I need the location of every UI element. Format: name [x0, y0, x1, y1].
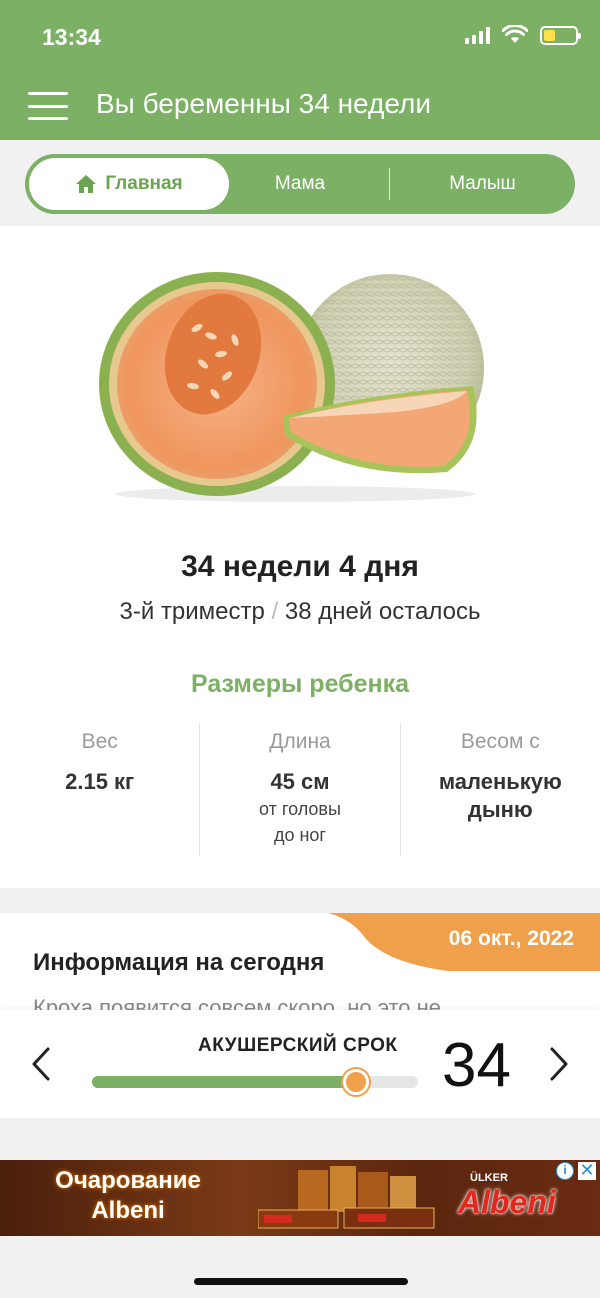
home-indicator [194, 1278, 408, 1285]
status-icons [465, 25, 581, 45]
week-subtitle: 3-й триместр / 38 дней осталось [0, 598, 600, 626]
ad-info-icon[interactable]: i [556, 1162, 574, 1180]
app-header: 13:34 Вы беременны 34 недели [0, 0, 600, 140]
info-card[interactable]: 06 окт., 2022 Информация на сегодня Крох… [0, 913, 600, 1023]
tab-home[interactable]: Главная [29, 158, 229, 210]
remaining-text: 38 дней осталось [284, 598, 481, 625]
week-number: 34 [442, 1031, 511, 1100]
weight-value: 2.15 кг [65, 769, 135, 794]
page-title: Вы беременны 34 недели [96, 88, 431, 119]
home-icon [76, 175, 97, 193]
week-slider-track[interactable] [92, 1069, 418, 1095]
compare-value-line2: дыню [467, 797, 533, 822]
tab-baby[interactable]: Малыш [390, 154, 575, 214]
sizes-title: Размеры ребенка [190, 670, 410, 698]
week-slider-handle[interactable] [343, 1069, 370, 1095]
subtitle-separator: / [271, 598, 279, 625]
weight-column: Вес 2.15 кг [0, 722, 199, 856]
ad-brand-logo: ÜLKER Albeni [452, 1172, 582, 1222]
tab-home-label: Главная [105, 173, 183, 194]
baby-sizes: Вес 2.15 кг Длина 45 см от головы до ног… [0, 722, 600, 856]
ad-banner[interactable]: Очарование Albeni ÜLKER Albeni i ✕ [0, 1160, 600, 1236]
menu-button[interactable] [28, 92, 68, 120]
length-note-line1: от головы [259, 799, 341, 819]
melon-image [99, 272, 484, 502]
tab-mom[interactable]: Мама [225, 154, 375, 214]
ad-headline-line1: Очарование [55, 1167, 201, 1194]
tabs-area: Главная Мама Малыш [0, 140, 600, 226]
slider-label: АКУШЕРСКИЙ СРОК [198, 1035, 398, 1056]
week-slider-bar: АКУШЕРСКИЙ СРОК 34 [0, 1010, 600, 1118]
compare-label: Весом с [460, 730, 540, 753]
tab-baby-label: Малыш [449, 173, 516, 194]
compare-column: Весом с маленькую дыню [399, 722, 600, 856]
segment-tabs: Главная Мама Малыш [25, 154, 575, 214]
wifi-icon [502, 25, 528, 43]
ad-headline: Очарование Albeni [28, 1166, 228, 1226]
week-slider-fill [92, 1076, 357, 1088]
week-title: 34 недели 4 дня [181, 550, 419, 583]
length-note-line2: до ног [273, 825, 326, 845]
week-card: 34 недели 4 дня 3-й триместр / 38 дней о… [0, 226, 600, 888]
ad-close-icon[interactable]: ✕ [578, 1161, 596, 1180]
tab-mom-label: Мама [274, 173, 326, 194]
length-label: Длина [269, 730, 331, 753]
ad-brand: Albeni [458, 1184, 556, 1220]
info-title: Информация на сегодня [33, 949, 325, 976]
date-text: 06 окт., 2022 [448, 927, 574, 950]
ad-product-image [258, 1166, 435, 1229]
chevron-right-icon[interactable] [548, 1046, 570, 1082]
chevron-left-icon[interactable] [30, 1046, 52, 1082]
ad-headline-line2: Albeni [91, 1197, 165, 1224]
status-time: 13:34 [42, 24, 101, 50]
compare-value: маленькую дыню [401, 768, 600, 824]
ad-brand-top: ÜLKER [470, 1172, 508, 1184]
signal-icon [465, 26, 490, 44]
length-value: 45 см [270, 769, 330, 794]
length-column: Длина 45 см от головы до ног [199, 722, 399, 856]
battery-icon [540, 25, 581, 45]
compare-value-line1: маленькую [438, 769, 562, 794]
trimester-text: 3-й триместр [119, 598, 265, 625]
weight-label: Вес [81, 730, 118, 753]
